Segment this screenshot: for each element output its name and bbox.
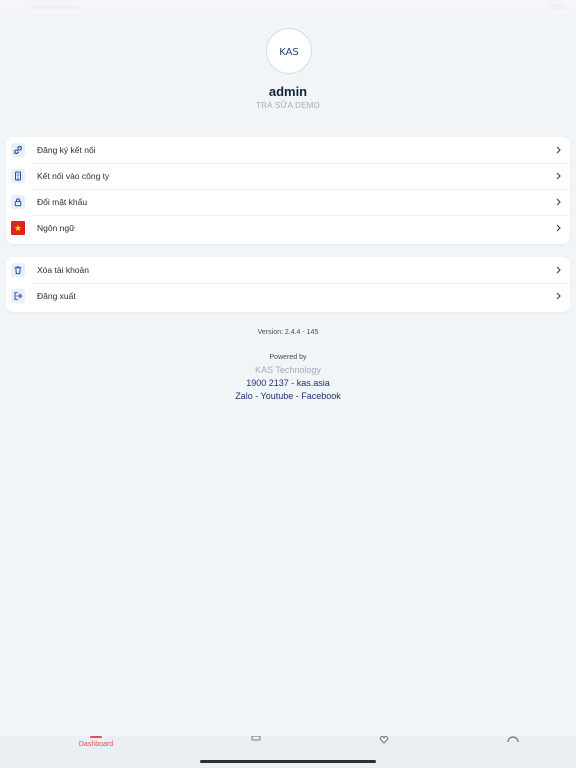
facebook-link[interactable]: Facebook <box>301 391 341 401</box>
powered-by-label: Powered by <box>269 354 307 361</box>
building-icon <box>11 169 25 183</box>
battery-icon <box>550 4 566 10</box>
menu-item-logout[interactable]: Đăng xuất <box>6 283 570 309</box>
company-name: TRÀ SỮA DEMO <box>256 101 320 110</box>
link-icon <box>11 143 25 157</box>
menu-item-connect-company[interactable]: Kết nối vào công ty <box>6 163 570 189</box>
tab-favorites[interactable] <box>374 736 394 756</box>
tab-dashboard[interactable]: Dashboard <box>66 736 126 756</box>
youtube-link[interactable]: Youtube <box>261 391 294 401</box>
zalo-link[interactable]: Zalo <box>235 391 253 401</box>
svg-text:KAS: KAS <box>279 47 299 58</box>
chevron-right-icon <box>554 144 562 156</box>
logout-icon <box>11 289 25 303</box>
menu-item-label: Ngôn ngữ <box>37 223 75 233</box>
account-actions-card: Xóa tài khoản Đăng xuất <box>6 257 570 312</box>
chevron-right-icon <box>554 170 562 182</box>
social-links: Zalo - Youtube - Facebook <box>0 391 576 401</box>
menu-item-label: Đăng ký kết nối <box>37 145 96 155</box>
chevron-right-icon <box>554 264 562 276</box>
menu-item-label: Đăng xuất <box>37 291 76 301</box>
account-icon <box>507 736 519 743</box>
tab-dashboard-label: Dashboard <box>78 741 114 748</box>
separator: - <box>252 391 261 401</box>
status-bar-time <box>30 5 80 9</box>
menu-item-delete-account[interactable]: Xóa tài khoản <box>6 257 570 283</box>
tab-account[interactable] <box>503 736 523 756</box>
vietnam-flag-icon <box>11 221 25 235</box>
chevron-right-icon <box>554 222 562 234</box>
username: admin <box>268 84 308 99</box>
menu-item-label: Xóa tài khoản <box>37 265 89 275</box>
company-logo: KAS <box>266 28 312 74</box>
app-version: Version: 2.4.4 - 145 <box>257 329 319 336</box>
lock-icon <box>11 195 25 209</box>
chevron-right-icon <box>554 290 562 302</box>
trash-icon <box>11 263 25 277</box>
home-indicator[interactable] <box>200 760 376 763</box>
menu-item-label: Kết nối vào công ty <box>37 171 110 181</box>
heart-icon <box>379 736 389 744</box>
menu-item-language[interactable]: Ngôn ngữ <box>6 215 570 241</box>
bottom-tab-bar: Dashboard <box>0 736 576 768</box>
tab-orders[interactable] <box>246 736 266 756</box>
orders-icon <box>251 736 261 741</box>
provider-name: KAS Technology <box>255 365 321 375</box>
menu-item-label: Đổi mật khẩu <box>37 197 88 207</box>
kas-logo-icon: KAS <box>279 47 299 58</box>
hotline-link[interactable]: 1900 2137 - kas.asia <box>0 378 576 388</box>
menu-item-change-password[interactable]: Đổi mật khẩu <box>6 189 570 215</box>
dashboard-icon <box>90 736 102 738</box>
menu-item-register-connection[interactable]: Đăng ký kết nối <box>6 137 570 163</box>
account-sheet: KAS admin TRÀ SỮA DEMO Đăng ký kết nối K… <box>0 14 576 737</box>
status-bar <box>0 0 576 14</box>
chevron-right-icon <box>554 196 562 208</box>
settings-card: Đăng ký kết nối Kết nối vào công ty Đổi … <box>6 137 570 244</box>
